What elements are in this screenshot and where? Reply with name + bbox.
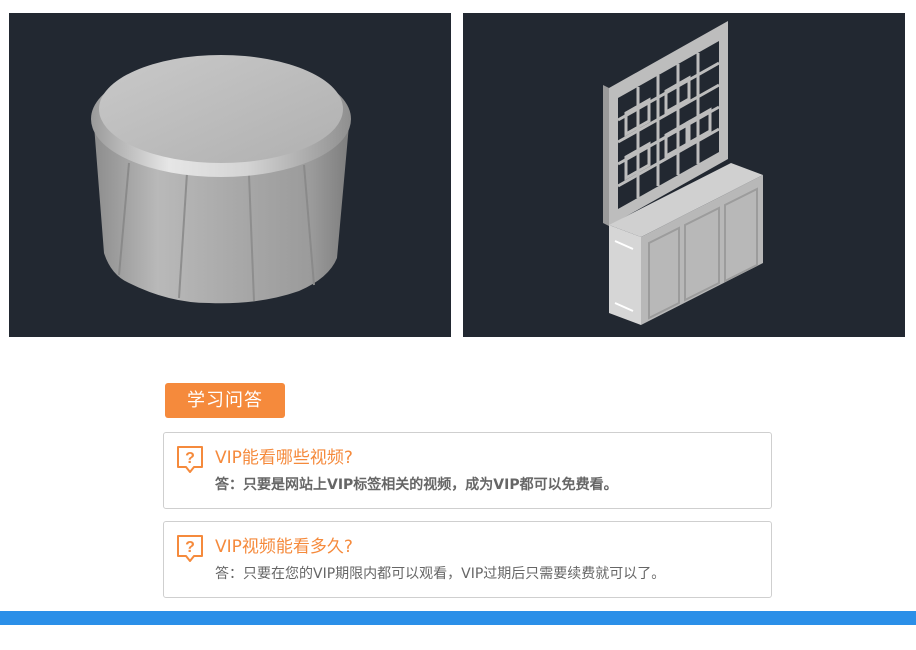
cabinet-model-image — [603, 21, 763, 325]
cad-viewport-cabinet — [463, 13, 905, 337]
answer-text: 答：只要是网站上VIP标签相关的视频，成为VIP都可以免费看。 — [215, 477, 618, 493]
answer-text: 答：只要在您的VIP期限内都可以观看，VIP过期后只需要续费就可以了。 — [215, 566, 666, 582]
qa-card: ? VIP能看哪些视频? 答：只要是网站上VIP标签相关的视频，成为VIP都可以… — [163, 432, 772, 509]
qa-section-tab: 学习问答 — [165, 383, 285, 418]
svg-text:?: ? — [185, 539, 195, 556]
question-text: VIP能看哪些视频? — [215, 448, 353, 468]
question-bubble-icon: ? — [177, 446, 203, 473]
qa-card: ? VIP视频能看多久? 答：只要在您的VIP期限内都可以观看，VIP过期后只需… — [163, 521, 772, 598]
question-bubble-icon: ? — [177, 535, 203, 562]
bottom-accent-bar — [0, 611, 916, 625]
cad-viewport-tablecloth — [9, 13, 451, 337]
question-text: VIP视频能看多久? — [215, 537, 353, 557]
tablecloth-model-image — [91, 55, 351, 304]
svg-text:?: ? — [185, 450, 195, 467]
